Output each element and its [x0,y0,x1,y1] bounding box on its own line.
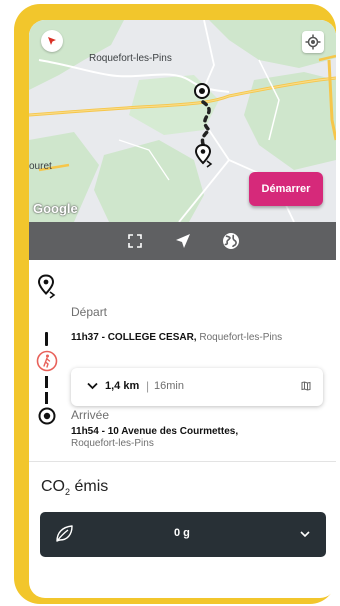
compass-button[interactable] [41,30,63,52]
locate-icon [305,34,321,50]
walking-icon [36,350,58,372]
timeline-dash-mid [45,376,48,388]
navigation-button[interactable] [173,231,193,251]
co2-emissions-bar[interactable]: 0 g [40,512,326,557]
section-divider [29,461,336,462]
departure-stop: 11h37 - COLLEGE CESAR, Roquefort-les-Pin… [71,332,282,343]
segment-separator: | [146,379,150,393]
co2-title-suffix: émis [70,478,109,495]
map-book-icon[interactable] [301,381,311,391]
fullscreen-icon [127,234,142,248]
start-point-marker-icon [194,83,210,99]
arrival-label: Arrivée [71,408,110,422]
globe-icon [222,233,239,249]
chevron-down-icon[interactable] [300,531,310,538]
destination-icon [38,407,56,425]
departure-label: Départ [71,305,108,319]
timeline-dash-top [45,332,48,346]
google-logo: Google [33,201,78,216]
locate-me-button[interactable] [302,31,324,53]
leaf-icon [56,525,73,542]
app-screen: Roquefort-les-Pins ouret Google Démarrer [29,20,336,598]
fullscreen-button[interactable] [125,231,145,251]
departure-locality: Roquefort-les-Pins [196,332,283,343]
globe-view-button[interactable] [221,231,241,251]
departure-time-stop: 11h37 - COLLEGE CESAR, [71,332,197,343]
navigation-arrow-icon [175,234,190,248]
map-toolbar [29,222,336,260]
walking-end-pin-icon [195,144,213,168]
compass-icon [48,37,56,45]
route-map[interactable]: Roquefort-les-Pins ouret Google Démarrer [29,20,336,222]
chevron-down-icon [87,382,98,390]
map-partial-town-label: ouret [29,161,52,172]
segment-duration: 16min [154,380,184,392]
arrival-time-stop: 11h54 - 10 Avenue des Courmettes, [71,426,239,437]
arrival-locality: Roquefort-les-Pins [71,438,154,449]
arrival-stop: 11h54 - 10 Avenue des Courmettes, Roquef… [71,426,238,450]
route-pin-icon [37,274,56,299]
co2-section-title: CO2 émis [41,478,108,497]
co2-value: 0 g [174,527,190,539]
segment-distance: 1,4 km [105,380,140,392]
map-town-label: Roquefort-les-Pins [89,53,172,64]
co2-title-prefix: CO [41,478,65,495]
timeline-dash-low [45,392,48,404]
start-navigation-button[interactable]: Démarrer [249,172,323,206]
segment-summary[interactable]: 1,4 km | 16min [71,368,323,406]
